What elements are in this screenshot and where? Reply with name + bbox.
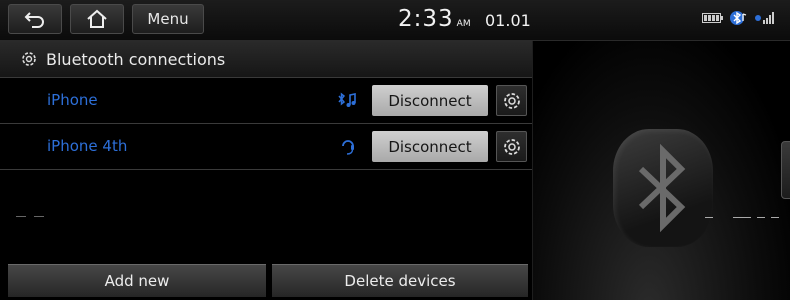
device-row[interactable]: iPhone 4th Disconnect <box>0 124 532 170</box>
bluetooth-audio-icon <box>338 92 356 107</box>
device-settings-button[interactable] <box>496 85 527 116</box>
back-button[interactable] <box>8 4 62 34</box>
home-icon <box>87 9 107 28</box>
device-settings-button[interactable] <box>496 131 527 162</box>
divider <box>771 217 779 218</box>
divider <box>733 217 751 218</box>
signal-icon <box>755 12 774 24</box>
bluetooth-status-icon <box>730 11 747 25</box>
top-bar: Menu 2:33 AM 01.01 <box>0 0 790 41</box>
device-name: iPhone 4th <box>47 137 128 155</box>
bluetooth-logo-icon <box>613 129 713 247</box>
divider <box>34 216 44 217</box>
menu-button[interactable]: Menu <box>132 4 204 34</box>
home-button[interactable] <box>70 4 124 34</box>
device-row[interactable]: iPhone Disconnect <box>0 78 532 124</box>
battery-icon <box>702 13 723 23</box>
divider <box>757 217 765 218</box>
gear-icon <box>503 92 520 109</box>
section-header: Bluetooth connections <box>0 41 532 78</box>
disconnect-button[interactable]: Disconnect <box>372 131 488 162</box>
gear-icon <box>22 52 36 66</box>
gear-icon <box>503 138 520 155</box>
clock: 2:33 AM <box>398 6 471 32</box>
add-new-button[interactable]: Add new <box>8 264 266 297</box>
delete-devices-button[interactable]: Delete devices <box>272 264 528 297</box>
back-icon <box>24 12 44 28</box>
headset-icon <box>342 140 354 155</box>
divider <box>705 217 713 218</box>
time: 2:33 <box>398 6 454 32</box>
divider <box>16 216 26 217</box>
device-list: iPhone Disconnect iPhone 4th Disconnect <box>0 78 532 170</box>
ampm: AM <box>456 19 471 29</box>
device-name: iPhone <box>47 91 98 109</box>
page-title: Bluetooth connections <box>46 49 226 69</box>
menu-label: Menu <box>147 10 189 28</box>
date: 01.01 <box>485 11 531 30</box>
bluetooth-illustration <box>532 41 790 300</box>
status-icons <box>702 10 776 26</box>
disconnect-button[interactable]: Disconnect <box>372 85 488 116</box>
side-panel-handle[interactable] <box>781 141 790 199</box>
